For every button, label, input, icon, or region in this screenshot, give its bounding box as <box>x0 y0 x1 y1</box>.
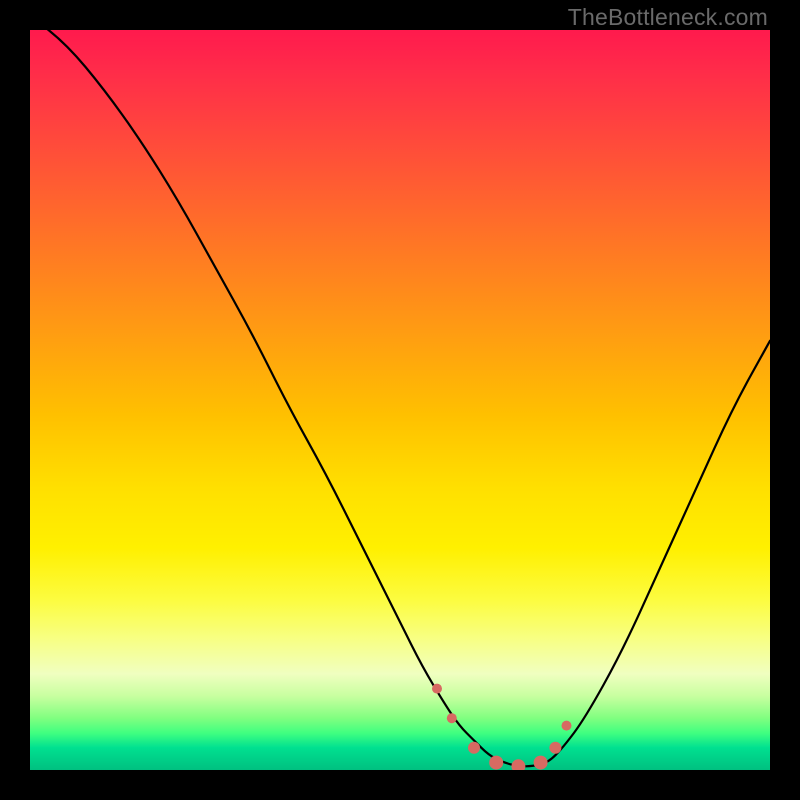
curve-layer <box>30 30 770 770</box>
bottleneck-curve <box>30 30 770 766</box>
curve-markers <box>432 684 572 770</box>
chart-container: TheBottleneck.com <box>0 0 800 800</box>
curve-marker <box>562 721 572 731</box>
curve-marker <box>489 756 503 770</box>
curve-marker <box>534 756 548 770</box>
curve-marker <box>511 759 525 770</box>
plot-gradient-area <box>30 30 770 770</box>
curve-marker <box>468 742 480 754</box>
curve-marker <box>447 713 457 723</box>
curve-marker <box>432 684 442 694</box>
curve-marker <box>549 742 561 754</box>
watermark-label: TheBottleneck.com <box>568 4 768 31</box>
